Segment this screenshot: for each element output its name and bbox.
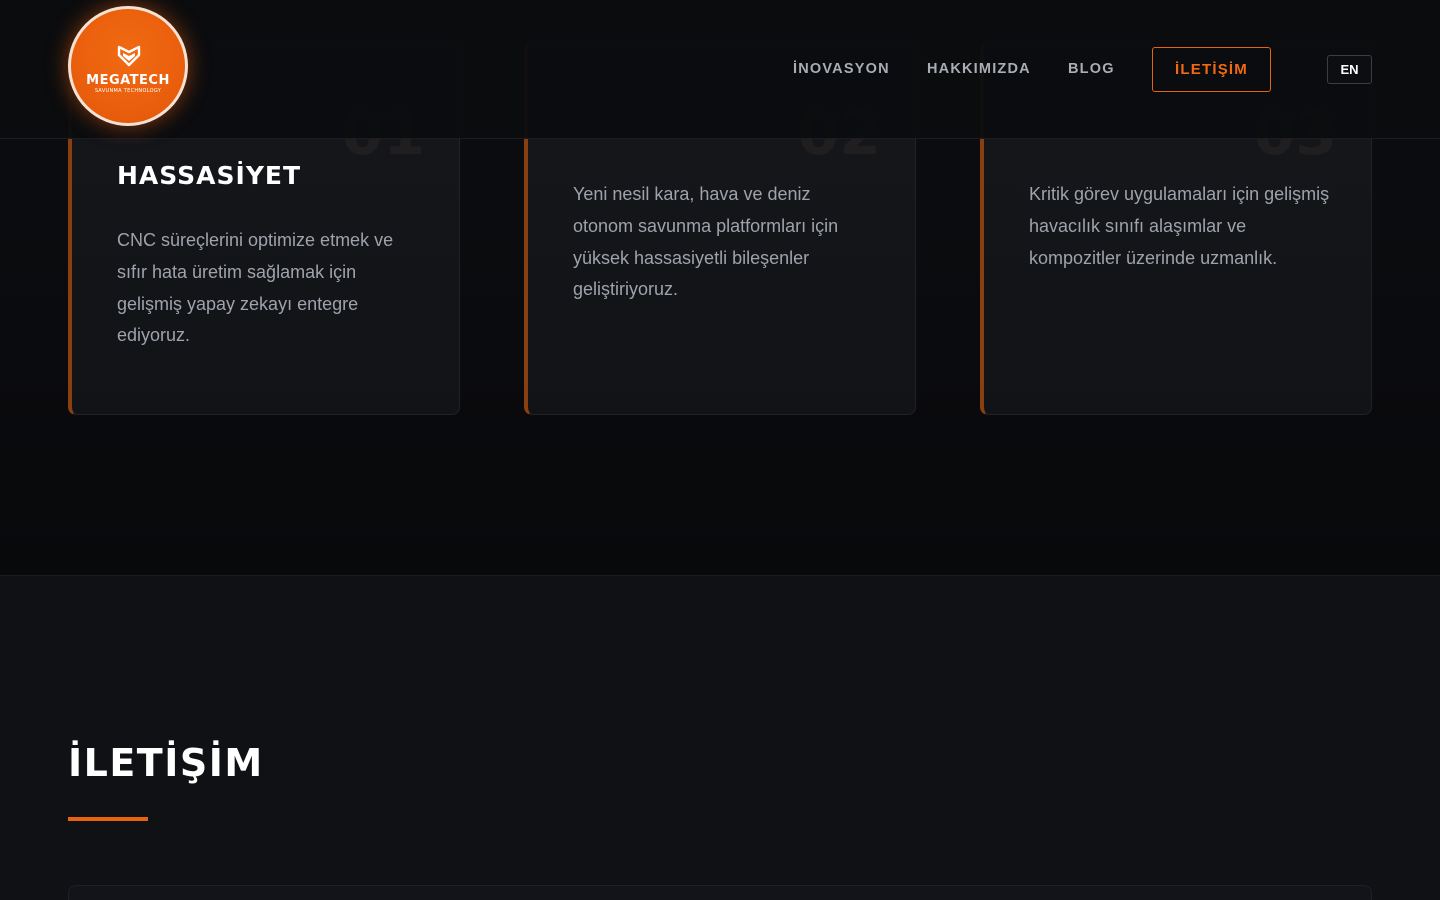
nav-link-blog[interactable]: BLOG <box>1068 61 1115 77</box>
logo-subtitle: SAVUNMA TECHNOLOGY <box>94 88 162 94</box>
title-underline <box>68 817 148 821</box>
logo-name: MEGATECH <box>86 73 170 88</box>
contact-button[interactable]: İLETİŞİM <box>1152 47 1271 92</box>
card-description: Kritik görev uygulamaları için gelişmiş … <box>1029 184 1330 268</box>
contact-panel <box>68 885 1372 900</box>
shield-logo-icon <box>117 45 141 67</box>
site-header: MEGATECH SAVUNMA TECHNOLOGY İNOVASYON HA… <box>0 0 1440 139</box>
card-title: HASSASİYET <box>117 161 302 190</box>
section-title: İLETİŞİM <box>68 741 264 785</box>
nav-link-inovasyon[interactable]: İNOVASYON <box>793 61 890 77</box>
language-toggle-button[interactable]: EN <box>1327 55 1372 84</box>
nav-link-hakkimizda[interactable]: HAKKIMIZDA <box>927 61 1031 77</box>
page: 01 HASSASİYET CNC süreçlerini optimize e… <box>0 0 1440 900</box>
megatech-logo[interactable]: MEGATECH SAVUNMA TECHNOLOGY <box>68 6 188 126</box>
card-description: Yeni nesil kara, hava ve deniz otonom sa… <box>573 184 839 300</box>
card-description: CNC süreçlerini optimize etmek ve sıfır … <box>117 230 394 346</box>
contact-section: İLETİŞİM <box>0 575 1440 900</box>
